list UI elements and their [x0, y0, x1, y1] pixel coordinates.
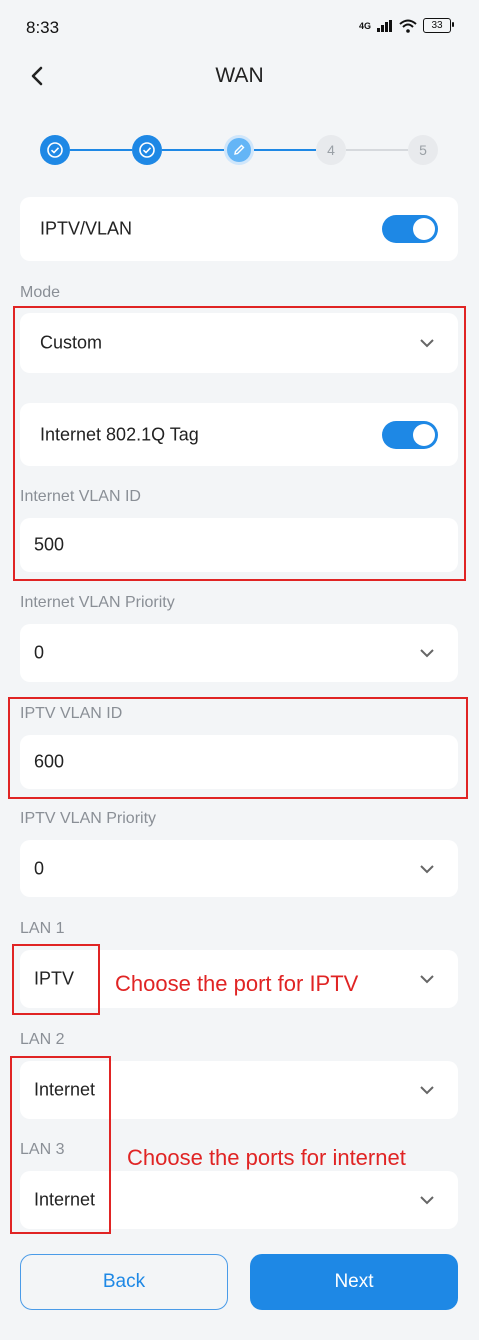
lan1-label: LAN 1: [20, 920, 65, 937]
annotation-box-mode-internet: [13, 306, 466, 581]
battery-icon: 33: [423, 18, 454, 33]
step-3-active: [224, 135, 254, 165]
step-1-done: [40, 135, 70, 165]
step-2-done: [132, 135, 162, 165]
annotation-box-lan2-lan3: [10, 1056, 111, 1234]
internet-vlan-priority-select[interactable]: 0: [20, 624, 458, 682]
check-circle-icon: [47, 142, 63, 158]
wifi-icon: [399, 19, 417, 33]
step-connector: [346, 149, 408, 151]
chevron-down-icon: [420, 864, 434, 873]
iptv-vlan-priority-select[interactable]: 0: [20, 840, 458, 897]
chevron-down-icon: [420, 975, 434, 984]
chevron-down-icon: [420, 1196, 434, 1205]
internet-vlan-priority-value: 0: [34, 642, 45, 663]
chevron-down-icon: [420, 1086, 434, 1095]
network-type: 4G: [358, 20, 371, 31]
next-button[interactable]: Next: [250, 1254, 458, 1310]
step-connector: [254, 149, 316, 151]
chevron-down-icon: [420, 649, 434, 658]
check-circle-icon: [139, 142, 155, 158]
back-button[interactable]: Back: [20, 1254, 228, 1310]
signal-icon: [377, 19, 392, 32]
pencil-icon: [234, 144, 245, 155]
annotation-box-lan1: [12, 944, 100, 1015]
annotation-box-iptv-vlan-id: [8, 697, 468, 799]
mode-label: Mode: [20, 284, 61, 301]
step-5: 5: [408, 135, 438, 165]
status-icons: 4G 33: [358, 18, 454, 33]
annotation-internet-ports: Choose the ports for internet: [127, 1145, 406, 1170]
step-connector: [162, 149, 224, 151]
internet-vlan-priority-label: Internet VLAN Priority: [20, 594, 175, 611]
iptv-vlan-label: IPTV/VLAN: [40, 218, 133, 239]
iptv-vlan-priority-label: IPTV VLAN Priority: [20, 810, 157, 827]
step-4: 4: [316, 135, 346, 165]
iptv-vlan-priority-value: 0: [34, 858, 45, 878]
lan2-label: LAN 2: [20, 1031, 65, 1048]
annotation-iptv-port: Choose the port for IPTV: [115, 971, 359, 996]
iptv-vlan-toggle[interactable]: [382, 215, 438, 243]
iptv-vlan-row: IPTV/VLAN: [20, 197, 458, 261]
status-time: 8:33: [26, 18, 60, 37]
stepper: 4 5: [40, 135, 438, 165]
page-title: WAN: [215, 64, 264, 87]
step-connector: [70, 149, 132, 151]
